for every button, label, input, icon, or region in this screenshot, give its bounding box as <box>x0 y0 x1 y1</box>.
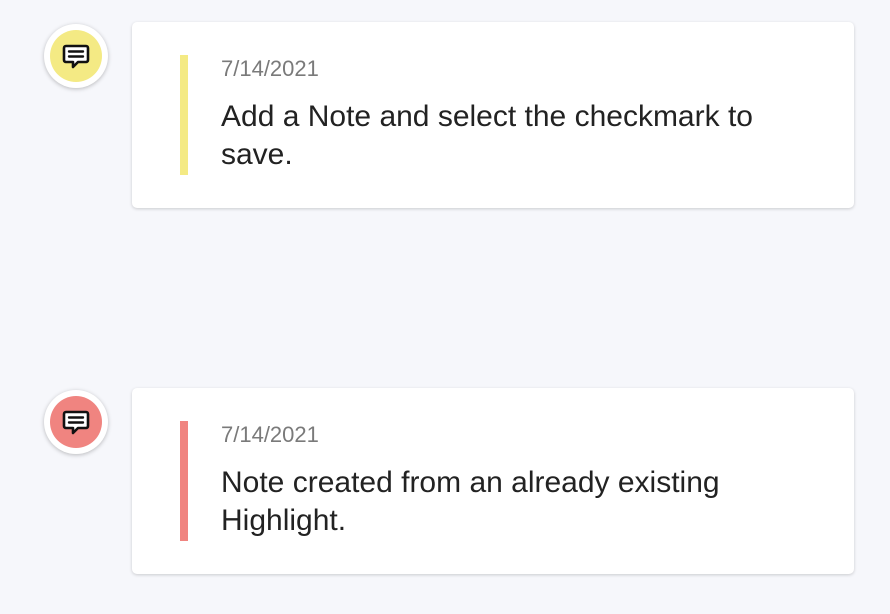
note-text: Note created from an already existing Hi… <box>221 466 720 537</box>
note-date: 7/14/2021 <box>221 56 319 81</box>
note-text: Add a Note and select the checkmark to s… <box>221 100 753 171</box>
note-marker[interactable] <box>44 390 108 454</box>
marker-color-badge <box>50 30 102 82</box>
note-card[interactable]: 7/14/2021 Add a Note and select the chec… <box>132 22 854 208</box>
note-entry[interactable]: 7/14/2021 Note created from an already e… <box>0 388 890 578</box>
comment-icon <box>62 410 90 435</box>
note-accent-bar <box>180 55 188 175</box>
marker-color-badge <box>50 396 102 448</box>
comment-icon <box>62 44 90 69</box>
note-date: 7/14/2021 <box>221 422 319 447</box>
note-accent-bar <box>180 421 188 541</box>
note-marker[interactable] <box>44 24 108 88</box>
note-entry[interactable]: 7/14/2021 Add a Note and select the chec… <box>0 22 890 212</box>
note-card[interactable]: 7/14/2021 Note created from an already e… <box>132 388 854 574</box>
